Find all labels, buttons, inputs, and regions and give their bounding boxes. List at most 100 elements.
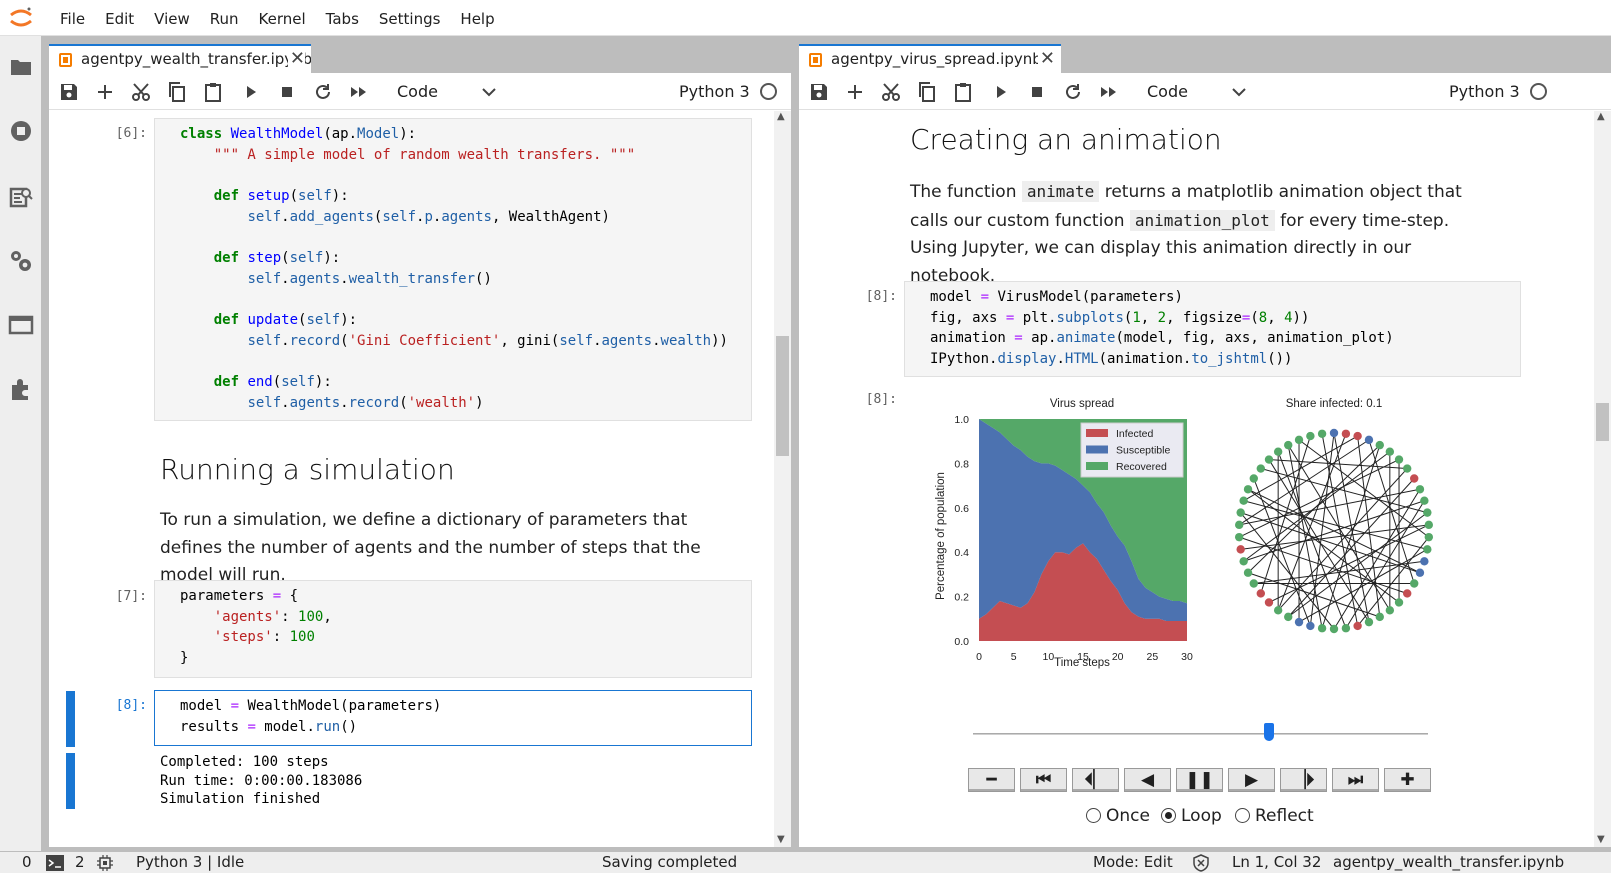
kernel-name[interactable]: Python 3	[1449, 80, 1520, 104]
network-node	[1234, 520, 1244, 530]
open-tabs-icon[interactable]	[8, 312, 34, 338]
menu-tabs[interactable]: Tabs	[316, 0, 369, 36]
copy-icon[interactable]	[165, 80, 189, 104]
save-icon[interactable]	[807, 80, 831, 104]
cursor-position[interactable]: Ln 1, Col 32	[1232, 853, 1321, 871]
running-kernels-icon[interactable]	[8, 118, 34, 144]
shield-icon[interactable]	[1192, 854, 1210, 872]
terminal-count[interactable]: 0	[22, 853, 32, 871]
play-reverse-button[interactable]: ◀	[1124, 768, 1171, 792]
kernel-chip-icon[interactable]	[96, 854, 114, 872]
tab-virus-spread[interactable]: agentpy_virus_spread.ipynb ✕	[799, 44, 1061, 74]
menu-help[interactable]: Help	[450, 0, 504, 36]
chevron-down-icon[interactable]	[1227, 80, 1251, 104]
network-node	[1243, 485, 1253, 494]
menu-view[interactable]: View	[144, 0, 200, 36]
frame-slider-thumb[interactable]	[1263, 723, 1274, 741]
code-cell-run-model[interactable]: model = WealthModel(parameters) results …	[154, 690, 752, 746]
faster-button[interactable]: ✚	[1384, 768, 1431, 792]
paste-icon[interactable]	[951, 80, 975, 104]
slower-button[interactable]: ━	[968, 768, 1015, 792]
tab-wealth-transfer[interactable]: agentpy_wealth_transfer.ipynb ✕	[49, 44, 311, 74]
kernel-status[interactable]: Python 3 | Idle	[136, 853, 244, 871]
scroll-thumb[interactable]	[776, 336, 789, 456]
code-cell-animate[interactable]: model = VirusModel(parameters) fig, axs …	[904, 281, 1521, 377]
pause-button[interactable]: ❚❚	[1176, 768, 1223, 792]
terminal-icon[interactable]	[46, 855, 64, 871]
radio-once-circle[interactable]	[1086, 808, 1101, 823]
cell-type-select[interactable]: Code	[1147, 80, 1188, 104]
restart-icon[interactable]	[311, 80, 335, 104]
y-tick-label: 0.6	[954, 503, 969, 515]
right-notebook-panel: agentpy_virus_spread.ipynb ✕ Code Python…	[799, 36, 1611, 847]
network-node	[1249, 474, 1258, 483]
network-node	[1364, 617, 1374, 627]
previous-frame-button[interactable]: ⏴▏	[1072, 768, 1119, 792]
radio-reflect[interactable]: Reflect	[1235, 806, 1314, 826]
menu-run[interactable]: Run	[200, 0, 249, 36]
menu-settings[interactable]: Settings	[369, 0, 451, 36]
restart-icon[interactable]	[1061, 80, 1085, 104]
add-cell-icon[interactable]	[843, 80, 867, 104]
right-tab-bar: agentpy_virus_spread.ipynb ✕	[799, 36, 1611, 74]
radio-loop-circle[interactable]	[1161, 808, 1176, 823]
next-frame-button[interactable]: ▕⏵	[1280, 768, 1327, 792]
close-tab-icon[interactable]: ✕	[287, 46, 305, 72]
menu-kernel[interactable]: Kernel	[249, 0, 316, 36]
last-frame-button[interactable]: ⏭	[1332, 768, 1379, 792]
inline-code: animation_plot	[1129, 209, 1275, 231]
chevron-down-icon[interactable]	[477, 80, 501, 104]
network-node	[1317, 624, 1327, 633]
close-tab-icon[interactable]: ✕	[1037, 46, 1055, 72]
copy-icon[interactable]	[915, 80, 939, 104]
cell-prompt: [8]:	[115, 698, 147, 713]
run-icon[interactable]	[989, 80, 1013, 104]
play-button[interactable]: ▶	[1228, 768, 1275, 792]
menu-edit[interactable]: Edit	[95, 0, 144, 36]
first-frame-button[interactable]: ⏮	[1020, 768, 1067, 792]
right-notebook-toolbar: Code Python 3	[799, 74, 1611, 110]
scroll-up-icon[interactable]: ▲	[777, 111, 785, 122]
output-collapser[interactable]	[66, 753, 75, 809]
x-tick-label: 10	[1042, 651, 1054, 663]
cut-icon[interactable]	[129, 80, 153, 104]
x-tick-label: 30	[1181, 651, 1193, 663]
radio-loop[interactable]: Loop	[1161, 806, 1222, 826]
scroll-up-icon[interactable]: ▲	[1597, 111, 1605, 122]
left-scrollbar[interactable]: ▲ ▼	[774, 111, 791, 847]
extension-manager-icon[interactable]	[8, 376, 34, 402]
scroll-down-icon[interactable]: ▼	[1597, 834, 1605, 845]
main-menu: File Edit View Run Kernel Tabs Settings Help	[50, 0, 505, 36]
radio-once[interactable]: Once	[1086, 806, 1150, 826]
chart-title: Virus spread	[1050, 398, 1114, 410]
frame-slider-track[interactable]	[973, 733, 1428, 735]
save-icon[interactable]	[57, 80, 81, 104]
folder-icon[interactable]	[8, 54, 34, 80]
right-scrollbar[interactable]: ▲ ▼	[1594, 111, 1611, 847]
property-inspector-icon[interactable]	[8, 248, 34, 274]
code-cell-parameters[interactable]: parameters = { 'agents': 100, 'steps': 1…	[154, 580, 752, 678]
editor-mode[interactable]: Mode: Edit	[1093, 853, 1173, 871]
kernel-name[interactable]: Python 3	[679, 80, 750, 104]
network-node	[1264, 598, 1274, 607]
kernel-count[interactable]: 2	[75, 853, 85, 871]
code-cell-wealth-model[interactable]: class WealthModel(ap.Model): """ A simpl…	[154, 118, 752, 421]
cell-type-select[interactable]: Code	[397, 80, 438, 104]
fast-forward-icon[interactable]	[1097, 80, 1121, 104]
network-node	[1410, 579, 1419, 588]
stop-icon[interactable]	[1025, 80, 1049, 104]
menu-file[interactable]: File	[50, 0, 95, 36]
network-title: Share infected: 0.1	[1286, 398, 1383, 410]
run-icon[interactable]	[239, 80, 263, 104]
network-node	[1415, 485, 1425, 494]
command-palette-icon[interactable]	[8, 184, 34, 210]
radio-reflect-circle[interactable]	[1235, 808, 1250, 823]
scroll-down-icon[interactable]: ▼	[777, 834, 785, 845]
paste-icon[interactable]	[201, 80, 225, 104]
cut-icon[interactable]	[879, 80, 903, 104]
add-cell-icon[interactable]	[93, 80, 117, 104]
scroll-thumb[interactable]	[1596, 403, 1609, 441]
fast-forward-icon[interactable]	[347, 80, 371, 104]
stop-icon[interactable]	[275, 80, 299, 104]
active-cell-collapser[interactable]	[66, 691, 75, 747]
